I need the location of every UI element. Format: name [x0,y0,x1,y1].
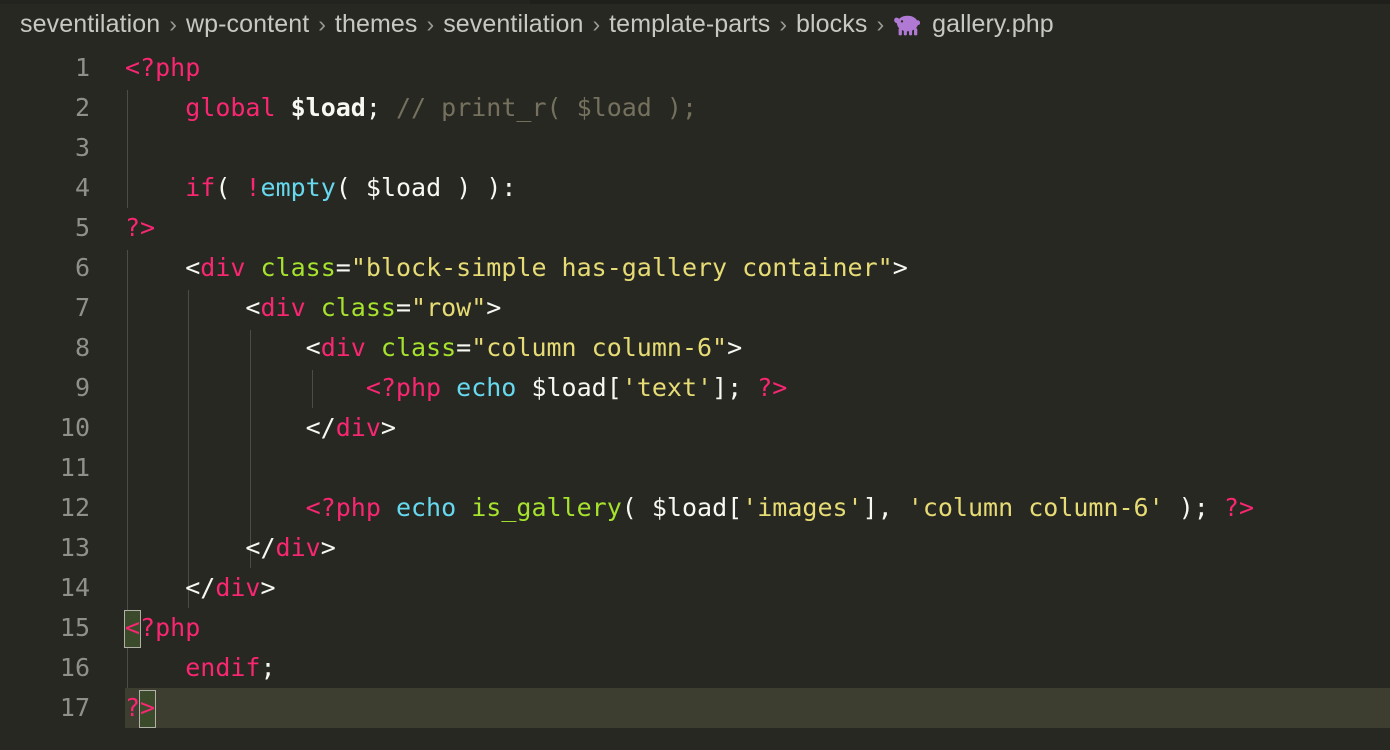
line-number: 13 [59,533,90,562]
line-content: <?php [125,613,201,642]
editor-line[interactable]: 11 [0,448,1390,488]
line-content: <div class="row"> [245,293,502,322]
editor-line[interactable]: 1 <?php [0,48,1390,88]
line-content: if( !empty( $load ) ): [185,173,517,202]
titlebar-strip [0,0,1390,4]
breadcrumb-separator: › [592,10,601,37]
breadcrumb-separator: › [876,10,885,37]
line-number: 7 [74,293,90,322]
breadcrumb-item-themes[interactable]: themes [335,10,418,39]
editor-line[interactable]: 14 </div> [0,568,1390,608]
editor-line[interactable]: 6 <div class="block-simple has-gallery c… [0,248,1390,288]
breadcrumb-file-label: gallery.php [932,9,1054,38]
breadcrumb-item-template-parts[interactable]: template-parts [609,10,770,39]
line-content: global $load; // print_r( $load ); [185,93,698,122]
line-number: 11 [59,453,90,482]
breadcrumb-item-file[interactable]: gallery.php [893,10,1054,39]
breadcrumb-separator: › [169,10,177,37]
breadcrumb-separator: › [779,10,788,37]
line-content: <?php echo is_gallery( $load['images'], … [305,493,1254,522]
line-number: 2 [74,93,90,122]
editor-line[interactable]: 10 </div> [0,408,1390,448]
line-number: 12 [59,493,90,522]
line-content: <?php echo $load['text']; ?> [365,373,788,402]
line-number: 10 [59,413,90,442]
breadcrumb-separator: › [318,10,326,37]
breadcrumb-item-blocks[interactable]: blocks [796,10,867,39]
editor-line[interactable]: 7 <div class="row"> [0,288,1390,328]
editor-line[interactable]: 16 endif; [0,648,1390,688]
line-number: 6 [74,253,90,282]
breadcrumb-item-seventilation-theme[interactable]: seventilation [443,10,583,39]
code-editor[interactable]: 1 <?php 2 global $load; // print_r( $loa… [0,48,1390,750]
line-number: 17 [59,693,90,722]
line-content: <div class="block-simple has-gallery con… [185,253,908,282]
editor-line[interactable]: 12 <?php echo is_gallery( $load['images'… [0,488,1390,528]
line-content: <div class="column column-6"> [305,333,743,362]
line-number: 16 [59,653,90,682]
line-number: 15 [59,613,90,642]
editor-line-active[interactable]: 17 ?> [0,688,1390,728]
editor-line[interactable]: 13 </div> [0,528,1390,568]
breadcrumb-item-seventilation[interactable]: seventilation [20,10,160,39]
editor-line[interactable]: 15 <?php [0,608,1390,648]
breadcrumb: seventilation › wp-content › themes › se… [0,0,1390,48]
editor-line[interactable]: 2 global $load; // print_r( $load ); [0,88,1390,128]
editor-line[interactable]: 3 [0,128,1390,168]
breadcrumb-separator: › [426,10,435,37]
titlebar-strip-right [530,0,1390,4]
line-number: 3 [74,133,90,162]
line-content: ?> [125,213,156,242]
editor-line[interactable]: 8 <div class="column column-6"> [0,328,1390,368]
line-content: endif; [185,653,276,682]
php-elephant-icon [893,14,921,36]
line-content: </div> [245,533,336,562]
line-number: 4 [74,173,90,202]
line-content: ?> [125,693,156,722]
line-content: </div> [305,413,396,442]
line-number: 14 [59,573,90,602]
line-number: 9 [74,373,90,402]
line-content: <?php [125,53,201,82]
editor-line[interactable]: 5 ?> [0,208,1390,248]
line-number: 5 [74,213,90,242]
editor-line[interactable]: 4 if( !empty( $load ) ): [0,168,1390,208]
breadcrumb-item-wp-content[interactable]: wp-content [186,10,309,39]
editor-line[interactable]: 9 <?php echo $load['text']; ?> [0,368,1390,408]
line-number: 1 [74,53,90,82]
line-number: 8 [74,333,90,362]
line-content: </div> [185,573,276,602]
